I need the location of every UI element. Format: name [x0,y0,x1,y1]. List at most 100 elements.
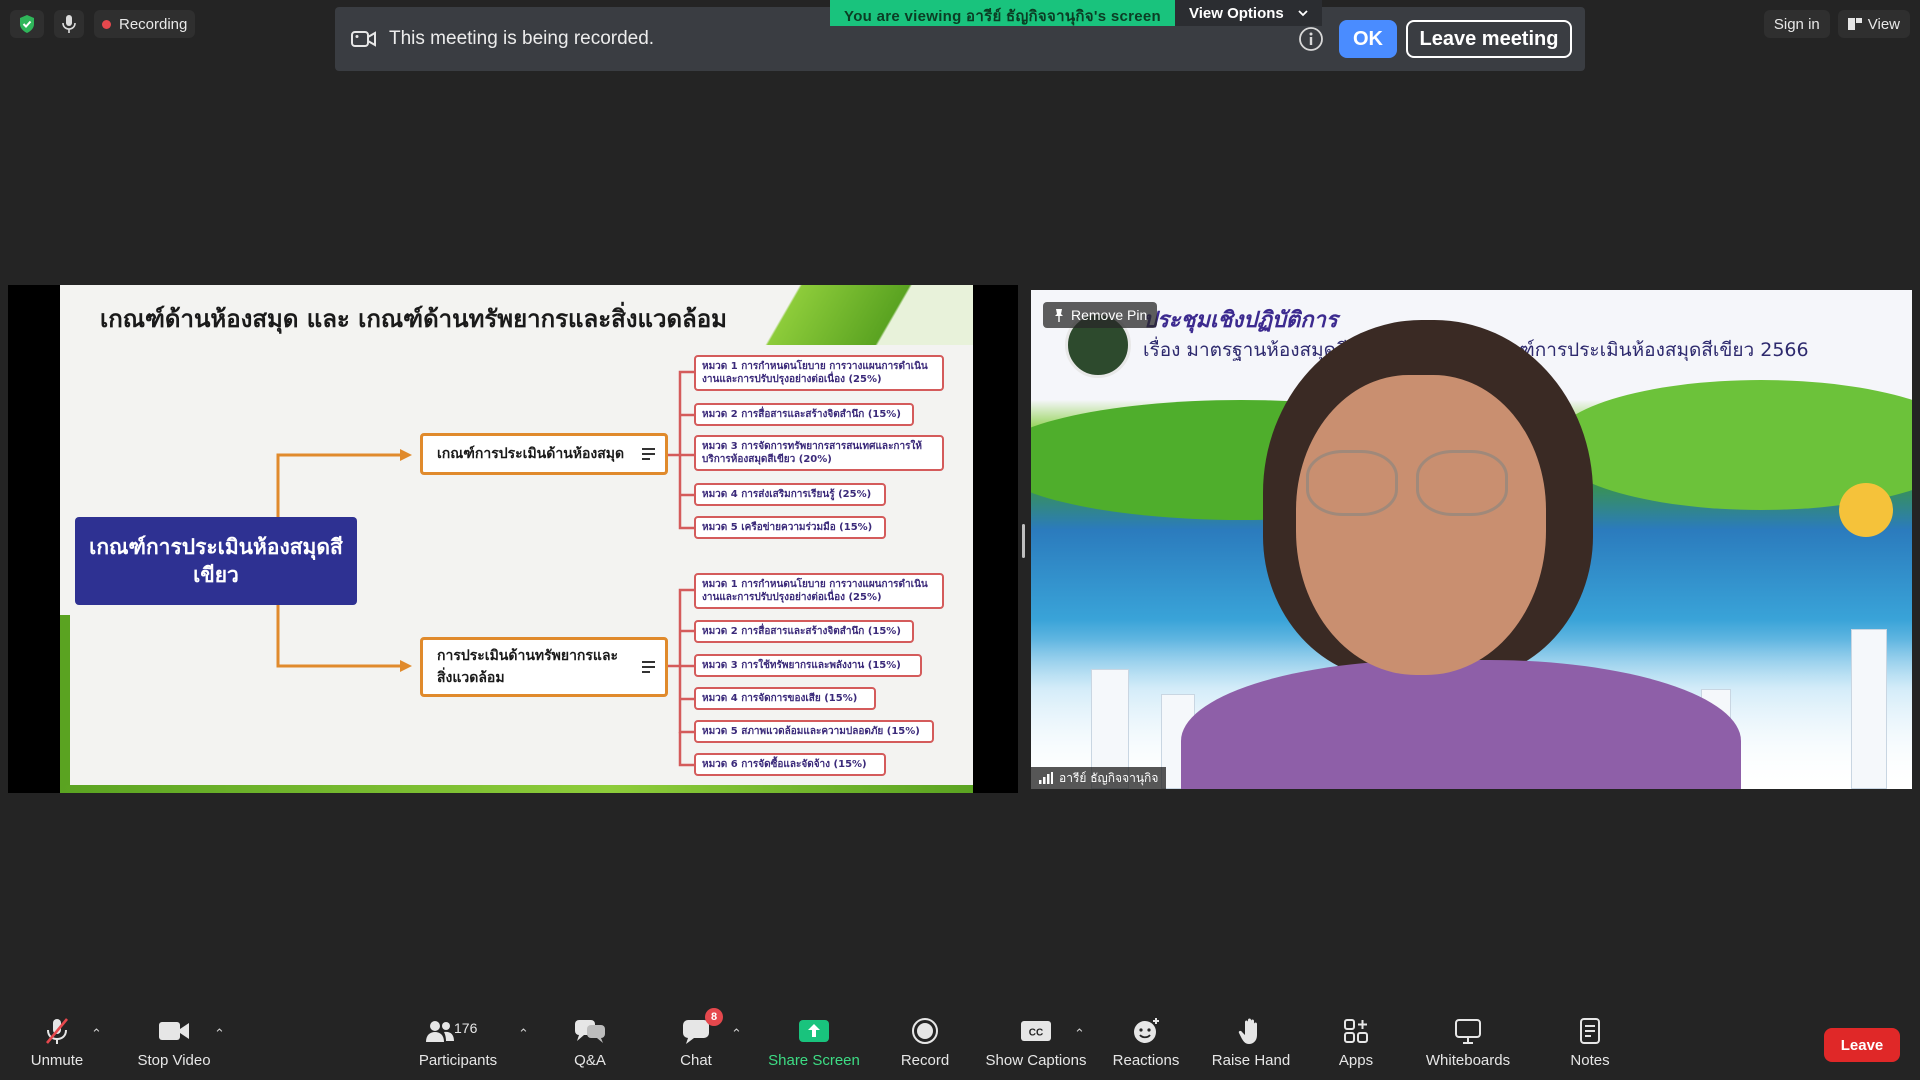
view-options-button[interactable]: View Options [1175,0,1322,26]
qa-bubbles-icon [575,1020,605,1043]
speaker-person [1296,375,1546,675]
whiteboards-button[interactable]: Whiteboards [1413,1016,1523,1069]
building-shape [1851,629,1887,789]
participant-name-tag: อารีย์ ธัญกิจจานุกิจ [1031,767,1167,789]
share-screen-label: Share Screen [768,1052,860,1069]
reaction-smiley-icon [1134,1018,1159,1043]
recording-label: Recording [119,15,188,33]
apps-button[interactable]: Apps [1301,1016,1411,1069]
shield-check-icon [20,15,34,33]
apps-grid-icon [1344,1019,1368,1043]
ok-button[interactable]: OK [1339,20,1397,58]
mindmap-leaf: หมวด 2 การสื่อสารและสร้างจิตสำนึก (15%) [694,620,914,643]
show-captions-label: Show Captions [985,1052,1087,1069]
presentation-slide: เกณฑ์ด้านห้องสมุด และ เกณฑ์ด้านทรัพยากรแ… [60,285,973,793]
stop-video-label: Stop Video [137,1052,211,1069]
record-icon [912,1018,938,1044]
video-banner-title: ประชุมเชิงปฏิบัติการ [1143,308,1338,333]
recording-message: This meeting is being recorded. [389,28,655,49]
participant-count: 176 [454,1020,478,1036]
mindmap-leaf: หมวด 1 การกำหนดนโยบาย การวางแผนการดำเนิน… [694,355,944,391]
mindmap-leaf: หมวด 1 การกำหนดนโยบาย การวางแผนการดำเนิน… [694,573,944,609]
remove-pin-label: Remove Pin [1071,307,1148,323]
share-screen-icon [799,1020,829,1042]
mindmap-leaf: หมวด 3 การจัดการทรัพยากรสารสนเทศและการให… [694,435,944,471]
branch-label: การประเมินด้านทรัพยากรและสิ่งแวดล้อม [437,648,619,686]
leave-button[interactable]: Leave [1824,1028,1900,1062]
branch-label: เกณฑ์การประเมินด้านห้องสมุด [437,446,625,462]
top-left-status: Recording [10,10,196,38]
security-status[interactable] [10,10,44,38]
sign-in-button[interactable]: Sign in [1763,10,1830,38]
audio-status[interactable] [54,10,84,38]
recording-dot-icon [102,19,111,29]
notes-label: Notes [1570,1052,1610,1069]
qa-button[interactable]: Q&A [535,1016,645,1069]
sign-in-label: Sign in [1773,15,1820,33]
mindmap-leaf: หมวด 5 เครือข่ายความร่วมมือ (15%) [694,516,886,539]
viewing-screen-label: You are viewing อารีย์ ธัญกิจจานุกิจ's s… [830,0,1175,26]
svg-text:CC: CC [1029,1028,1043,1039]
reactions-button[interactable]: Reactions [1091,1016,1201,1069]
video-options-chevron-icon[interactable]: ⌃ [214,1026,225,1042]
participants-button[interactable]: 176 Participants [403,1016,513,1069]
raise-hand-button[interactable]: Raise Hand [1196,1016,1306,1069]
view-label: View [1867,15,1900,33]
chat-label: Chat [680,1052,712,1069]
top-right-controls: Sign in View [1763,10,1910,38]
notes-button[interactable]: Notes [1535,1016,1645,1069]
view-options-label: View Options [1189,4,1284,22]
signal-strength-icon [1039,772,1053,784]
show-captions-button[interactable]: CC Show Captions [981,1016,1091,1069]
mindmap-branch-library: เกณฑ์การประเมินด้านห้องสมุด [420,433,668,475]
chevron-down-icon [1298,10,1308,17]
notes-icon [1580,1018,1600,1044]
view-button[interactable]: View [1837,10,1910,38]
closed-captions-icon: CC [1021,1021,1051,1041]
notes-lines-icon [642,658,655,676]
pin-icon [1055,309,1063,322]
chat-options-chevron-icon[interactable]: ⌃ [731,1026,742,1042]
captions-options-chevron-icon[interactable]: ⌃ [1074,1026,1085,1042]
recording-indicator[interactable]: Recording [94,10,196,38]
leave-meeting-button[interactable]: Leave meeting [1406,20,1572,58]
meeting-toolbar: Unmute ⌃ Stop Video ⌃ 176 Participants ⌃… [0,1008,1920,1080]
mindmap-branch-environment: การประเมินด้านทรัพยากรและสิ่งแวดล้อม [420,637,668,697]
raise-hand-icon [1238,1018,1257,1044]
participants-icon [426,1021,454,1042]
mindmap-leaf: หมวด 5 สภาพแวดล้อมและความปลอดภัย (15%) [694,720,934,743]
whiteboard-icon [1455,1019,1481,1044]
video-camera-icon [351,31,376,47]
mindmap-leaf: หมวด 2 การสื่อสารและสร้างจิตสำนึก (15%) [694,403,914,426]
speaker-video[interactable]: ประชุมเชิงปฏิบัติการ เรื่อง มาตรฐานห้องส… [1031,290,1912,789]
mindmap-leaf: หมวด 3 การใช้ทรัพยากรและพลังงาน (15%) [694,654,922,677]
raise-hand-label: Raise Hand [1211,1052,1291,1069]
mindmap-leaf: หมวด 4 การจัดการของเสีย (15%) [694,687,876,710]
audio-options-chevron-icon[interactable]: ⌃ [91,1026,102,1042]
video-camera-icon [159,1022,189,1040]
microphone-icon [62,15,76,33]
microphone-muted-icon [46,1018,68,1044]
participant-name: อารีย์ ธัญกิจจานุกิจ [1059,770,1159,785]
video-background [1839,483,1893,537]
chat-button[interactable]: 8 Chat [641,1008,751,1069]
stop-video-button[interactable]: Stop Video [119,1016,229,1069]
apps-label: Apps [1338,1052,1374,1069]
unmute-button[interactable]: Unmute [2,1016,112,1069]
mindmap-root: เกณฑ์การประเมินห้องสมุดสีเขียว [75,517,357,605]
unmute-label: Unmute [30,1052,84,1069]
participants-label: Participants [418,1052,498,1069]
chat-unread-badge: 8 [705,1008,723,1026]
whiteboards-label: Whiteboards [1425,1052,1511,1069]
shared-screen[interactable]: เกณฑ์ด้านห้องสมุด และ เกณฑ์ด้านทรัพยากรแ… [8,285,1018,793]
record-button[interactable]: Record [870,1016,980,1069]
participants-options-chevron-icon[interactable]: ⌃ [518,1026,529,1042]
speaker-person [1416,450,1508,516]
reactions-label: Reactions [1112,1052,1180,1069]
remove-pin-button[interactable]: Remove Pin [1043,302,1158,328]
share-screen-button[interactable]: Share Screen [759,1016,869,1069]
viewing-indicator: You are viewing อารีย์ ธัญกิจจานุกิจ's s… [830,0,1322,26]
notes-lines-icon [642,445,655,463]
info-icon[interactable] [1298,26,1324,52]
resize-handle[interactable] [1022,524,1025,558]
